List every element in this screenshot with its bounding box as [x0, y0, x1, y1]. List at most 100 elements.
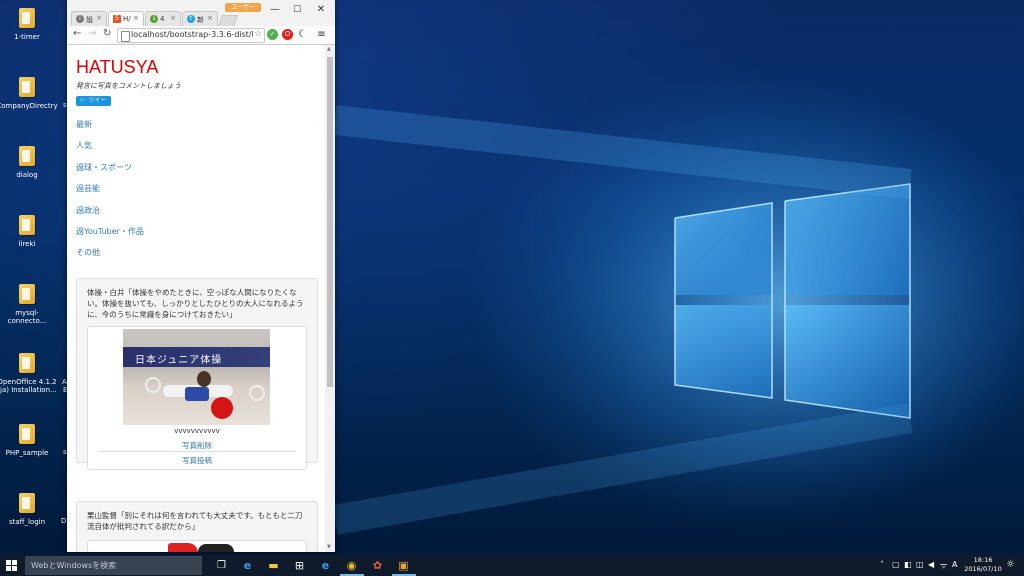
edge-icon[interactable]: e: [240, 558, 255, 573]
desktop-icon-openoffice-installer[interactable]: OpenOffice 4.1.2 (ja) Installation...: [0, 353, 58, 394]
info-icon: i: [76, 15, 84, 23]
wifi-icon[interactable]: ᯤ: [940, 560, 947, 571]
windows-start-icon[interactable]: [6, 560, 17, 571]
scroll-down-icon[interactable]: ▼: [327, 544, 331, 550]
close-icon[interactable]: ×: [207, 14, 213, 22]
desktop-icon-php-sample[interactable]: PHP_sample: [0, 424, 58, 457]
scrollbar-thumb[interactable]: [327, 57, 333, 387]
post-thumbnail: [87, 540, 307, 552]
tab-label: 設: [86, 16, 93, 24]
ime-icon[interactable]: A: [952, 560, 957, 569]
store-icon[interactable]: ⊞: [292, 558, 307, 573]
page-viewport[interactable]: HATUSYA 発言に写真をコメントしましょう 🐦 ツイート 最新 人気 過球・…: [67, 45, 325, 552]
download-icon: ↓: [150, 15, 158, 23]
task-view-icon[interactable]: ❐: [214, 558, 229, 573]
desktop-icon-label: dialog: [16, 171, 38, 179]
profile-button[interactable]: ユーザー: [225, 3, 261, 12]
maximize-button[interactable]: ☐: [285, 2, 309, 18]
clock-date: 2016/07/10: [964, 565, 1002, 573]
nav-link-latest[interactable]: 最新: [76, 119, 92, 130]
desktop-icon-mysql-connector[interactable]: mysql-connecto...: [0, 284, 58, 325]
network-icon[interactable]: ▢: [892, 560, 900, 569]
taskbar-search-input[interactable]: WebとWindowsを検索: [25, 556, 202, 575]
app-icon[interactable]: ▣: [396, 558, 411, 573]
tab-settings[interactable]: i 設 ×: [71, 11, 107, 27]
extension-check-icon[interactable]: ✓: [267, 29, 278, 40]
desktop-icon-companydirectry[interactable]: CompanyDirectry: [0, 77, 58, 110]
desktop-icon-column: 1-timer CompanyDirectry dialog lireki my…: [0, 0, 70, 555]
close-icon[interactable]: ×: [96, 14, 102, 22]
close-icon[interactable]: ×: [133, 14, 139, 22]
nav-link-sports[interactable]: 過球・スポーツ: [76, 162, 132, 173]
taskbar-clock[interactable]: 18:16 2016/07/10: [963, 556, 1003, 574]
desktop-icon-label: 1-timer: [14, 33, 40, 41]
post-panel: 体操・白井「体操をやめたときに、空っぽな人間になりたくない。体操を抜いても、しっ…: [76, 278, 318, 470]
desktop-icon-label: CompanyDirectry: [0, 102, 58, 110]
nav-link-popular[interactable]: 人気: [76, 140, 92, 151]
post-photo[interactable]: 日本ジュニア体操: [123, 329, 270, 425]
gymnastics-ring: [249, 385, 265, 401]
file-icon: [19, 215, 35, 235]
close-window-button[interactable]: ✕: [309, 2, 333, 18]
divider: [98, 451, 296, 452]
chrome-icon[interactable]: ◉: [344, 558, 359, 573]
tab-download[interactable]: ↓ 4 ×: [145, 11, 181, 27]
nav-link-politics[interactable]: 過政治: [76, 205, 100, 216]
menu-icon[interactable]: ≡: [316, 29, 327, 40]
nav-link-other[interactable]: その他: [76, 247, 100, 258]
photo-caption: vvvvvvvvvvv: [174, 427, 220, 435]
reload-icon[interactable]: ↻: [103, 28, 111, 39]
post-photo-link[interactable]: 写真投稿: [88, 455, 306, 466]
ie-icon[interactable]: e: [318, 558, 333, 573]
notification-center-icon[interactable]: ☼: [1006, 559, 1015, 570]
bookmark-star-icon[interactable]: ☆: [254, 29, 262, 39]
folder-icon: [19, 424, 35, 444]
volume-icon[interactable]: ◀: [928, 560, 934, 569]
flag-circle: [211, 397, 233, 419]
post-panel: 栗山監督「別にそれは何を言われても大丈夫です。もともと二刀流自体が批判されてる訳…: [76, 501, 318, 552]
tab-label: 新: [197, 16, 204, 24]
back-icon[interactable]: ←: [73, 28, 81, 39]
opera-icon[interactable]: O: [282, 29, 293, 40]
delete-photo-link[interactable]: 写真削除: [88, 440, 306, 451]
url-text[interactable]: localhost/bootstrap-3.3.6-dist/h: [131, 30, 253, 39]
desktop-icon-label: OpenOffice 4.1.2 (ja) Installation...: [0, 378, 57, 394]
file-icon: [19, 353, 35, 373]
browser-titlebar[interactable]: ユーザー i 設 × 5 H/ × ↓ 4 × t 新 × — ☐ ✕: [67, 0, 335, 27]
taskbar: WebとWindowsを検索 ❐ e ▬ ⊞ e ◉ ✿ ▣ ˄ ▢ ◧ ◫ ◀…: [0, 555, 1024, 576]
forward-icon[interactable]: →: [88, 28, 96, 39]
tweet-button[interactable]: 🐦 ツイート: [76, 96, 111, 114]
app-icon[interactable]: ✿: [370, 558, 385, 573]
chevron-up-icon[interactable]: ˄: [880, 560, 884, 569]
tab-label: H/: [123, 15, 131, 23]
nav-link-youtuber[interactable]: 過YouTuber・作品: [76, 226, 144, 237]
post-photo-partial[interactable]: [168, 543, 198, 552]
post-text: 栗山監督「別にそれは何を言われても大丈夫です。もともと二刀流自体が批判されてる訳…: [87, 511, 303, 531]
nav-link-entertainment[interactable]: 過芸能: [76, 183, 100, 194]
file-icon: [19, 146, 35, 166]
gymnast-head: [197, 371, 211, 387]
browser-window: ユーザー i 設 × 5 H/ × ↓ 4 × t 新 × — ☐ ✕ ← → …: [67, 0, 335, 552]
tray-app-icon[interactable]: ◫: [916, 560, 924, 569]
twitter-bird-icon: 🐦: [79, 97, 87, 104]
moon-icon[interactable]: ☾: [297, 29, 308, 40]
desktop-icon-staff-login[interactable]: staff_login: [0, 493, 58, 526]
gymnast-leotard: [185, 387, 209, 401]
file-explorer-icon[interactable]: ▬: [266, 558, 281, 573]
address-bar[interactable]: localhost/bootstrap-3.3.6-dist/h ☆: [117, 28, 265, 43]
tab-hatusya[interactable]: 5 H/ ×: [108, 11, 144, 27]
file-icon: [19, 8, 35, 28]
page-scrollbar[interactable]: ▲ ▼: [325, 45, 335, 552]
scroll-up-icon[interactable]: ▲: [327, 46, 331, 52]
post-text: 体操・白井「体操をやめたときに、空っぽな人間になりたくない。体操を抜いても、しっ…: [87, 288, 304, 319]
minimize-button[interactable]: —: [263, 2, 287, 18]
desktop-icon-lireki[interactable]: lireki: [0, 215, 58, 248]
page-icon: [121, 31, 130, 42]
desktop-icon-1-timer[interactable]: 1-timer: [0, 8, 58, 41]
tab-twitter[interactable]: t 新 ×: [182, 11, 218, 27]
tray-app-icon[interactable]: ◧: [904, 560, 912, 569]
desktop-icon-dialog[interactable]: dialog: [0, 146, 58, 179]
close-icon[interactable]: ×: [170, 14, 176, 22]
desktop-icon-label: staff_login: [8, 518, 46, 526]
site-title[interactable]: HATUSYA: [76, 57, 158, 78]
